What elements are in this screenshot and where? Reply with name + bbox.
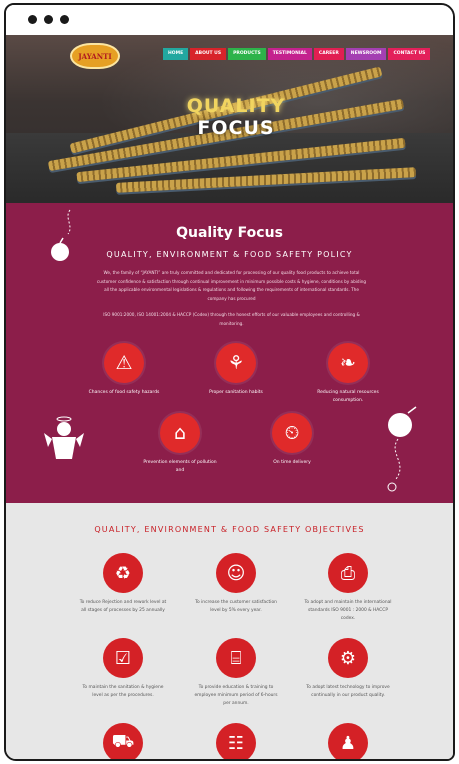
nav-testimonial[interactable]: TESTIMONIAL [267, 48, 312, 60]
policy-paragraph-2: ISO 9001:2000, ISO 14001:2004 & HACCP (C… [103, 312, 360, 326]
objective-item: ⌸ To provide education & training to emp… [191, 638, 281, 708]
objective-item: ☷ [191, 723, 281, 759]
recycle-icon: ♻ [103, 553, 143, 593]
objective-label: To adopt and maintain the international … [304, 600, 392, 621]
orange-doodle-icon [387, 406, 417, 492]
warning-icon: ⚠ [104, 343, 144, 383]
factory-icon: ⌂ [160, 413, 200, 453]
feature-label: Chances of food safety hazards [88, 390, 160, 395]
meeting-icon: ☷ [216, 723, 256, 759]
feature-label: Prevention elements of pollution and [143, 460, 217, 473]
feature-sanitation: ⚘ Proper sanitation habits [198, 343, 274, 397]
customer-icon: ☺ [216, 553, 256, 593]
objective-item: ☑ To maintain the sanitation & hygiene l… [78, 638, 168, 700]
feature-delivery: ⏲ On time delivery [254, 413, 330, 467]
hero-title: QUALITY FOCUS [166, 95, 306, 139]
feature-resources: ❧ Reducing natural resources consumption… [310, 343, 386, 405]
iso-icon: ⎙ [328, 553, 368, 593]
objective-label: To reduce Rejection and rework level at … [79, 600, 167, 613]
window-dot-icon [60, 15, 69, 24]
nav-products[interactable]: PRODUCTS [228, 48, 266, 60]
nav-about-us[interactable]: ABOUT US [190, 48, 227, 60]
browser-frame: JAYANTI HOME ABOUT US PRODUCTS TESTIMONI… [4, 3, 455, 761]
hand-washing-icon: ⚘ [216, 343, 256, 383]
logo-text: JAYANTI [78, 51, 112, 61]
window-dot-icon [44, 15, 53, 24]
objective-item: ♻ To reduce Rejection and rework level a… [78, 553, 168, 615]
objective-item: ⚙ To adopt latest technology to improve … [303, 638, 393, 700]
objectives-section: QUALITY, ENVIRONMENT & FOOD SAFETY OBJEC… [6, 503, 453, 759]
leaf-icon: ❧ [328, 343, 368, 383]
nav-newsroom[interactable]: NEWSROOM [345, 48, 387, 60]
clock-icon: ⏲ [272, 413, 312, 453]
objectives-title: QUALITY, ENVIRONMENT & FOOD SAFETY OBJEC… [94, 525, 365, 534]
nav-home[interactable]: HOME [163, 48, 189, 60]
objective-label: To adopt latest technology to improve co… [306, 685, 390, 698]
feature-pollution: ⌂ Prevention elements of pollution and [142, 413, 218, 475]
quality-focus-section: Quality Focus QUALITY, ENVIRONMENT & FOO… [6, 203, 453, 507]
window-dot-icon [28, 15, 37, 24]
objective-label: To provide education & training to emplo… [194, 685, 278, 706]
window-titlebar [6, 5, 453, 35]
objective-item: ♟ [303, 723, 393, 759]
policy-paragraph: We, the family of “JAYANTI” are truly co… [96, 270, 367, 301]
gear-icon: ⚙ [328, 638, 368, 678]
feature-label: Proper sanitation habits [209, 390, 263, 395]
objective-label: To increase the customer satisfaction le… [195, 600, 277, 613]
truck-icon: ⛟ [103, 723, 143, 759]
hero-banner: JAYANTI HOME ABOUT US PRODUCTS TESTIMONI… [6, 35, 453, 203]
angel-doodle-icon [44, 416, 84, 459]
feature-label: Reducing natural resources consumption. [317, 390, 379, 403]
jayanti-logo[interactable]: JAYANTI [70, 43, 120, 69]
objective-item: ☺ To increase the customer satisfaction … [191, 553, 281, 615]
team-icon: ♟ [328, 723, 368, 759]
checklist-icon: ☑ [103, 638, 143, 678]
hero-title-line1: QUALITY [186, 95, 286, 117]
apple-doodle-icon [51, 209, 71, 261]
nav-contact-us[interactable]: CONTACT US [388, 48, 431, 60]
objective-item: ⛟ [78, 723, 168, 759]
feature-hazards: ⚠ Chances of food safety hazards [86, 343, 162, 397]
feature-label: On time delivery [273, 460, 311, 465]
hero-title-line2: FOCUS [197, 117, 275, 139]
objective-label: To maintain the sanitation & hygiene lev… [82, 685, 164, 698]
main-nav: HOME ABOUT US PRODUCTS TESTIMONIAL CAREE… [163, 48, 431, 60]
book-icon: ⌸ [216, 638, 256, 678]
objective-item: ⎙ To adopt and maintain the internationa… [303, 553, 393, 623]
nav-career[interactable]: CAREER [313, 48, 344, 60]
